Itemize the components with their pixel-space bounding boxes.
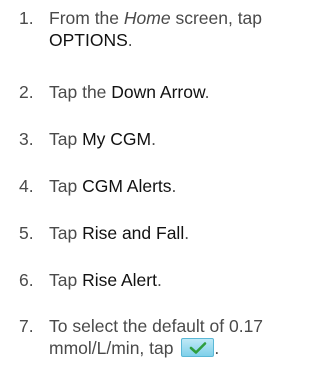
rise-and-fall-label: Rise and Fall	[82, 223, 185, 243]
step-number: 4.	[19, 176, 34, 196]
step-number: 5.	[19, 223, 34, 243]
cgm-alerts-label: CGM Alerts	[82, 176, 172, 196]
down-arrow-label: Down Arrow	[111, 82, 205, 102]
my-cgm-label: My CGM	[82, 129, 152, 149]
step-text: To select the default of 0.17 mmol/L/min…	[49, 316, 264, 358]
step-text: Tap Rise and Fall.	[49, 223, 190, 243]
step-text: Tap the Down Arrow.	[49, 82, 210, 102]
step-number: 6.	[19, 270, 34, 290]
step-number: 7.	[19, 316, 34, 336]
step-text: Tap Rise Alert.	[49, 270, 162, 290]
step-number: 1.	[19, 8, 34, 28]
step-text: Tap CGM Alerts.	[49, 176, 177, 196]
home-screen-label: Home	[123, 8, 171, 28]
step-text: From the Home screen, tap OPTIONS.	[49, 8, 263, 50]
checkmark-button-icon	[181, 338, 215, 357]
step-number: 3.	[19, 129, 34, 149]
step-number: 2.	[19, 82, 34, 102]
step-text: Tap My CGM.	[49, 129, 156, 149]
rise-alert-label: Rise Alert	[82, 270, 157, 290]
options-label: OPTIONS	[49, 30, 128, 50]
